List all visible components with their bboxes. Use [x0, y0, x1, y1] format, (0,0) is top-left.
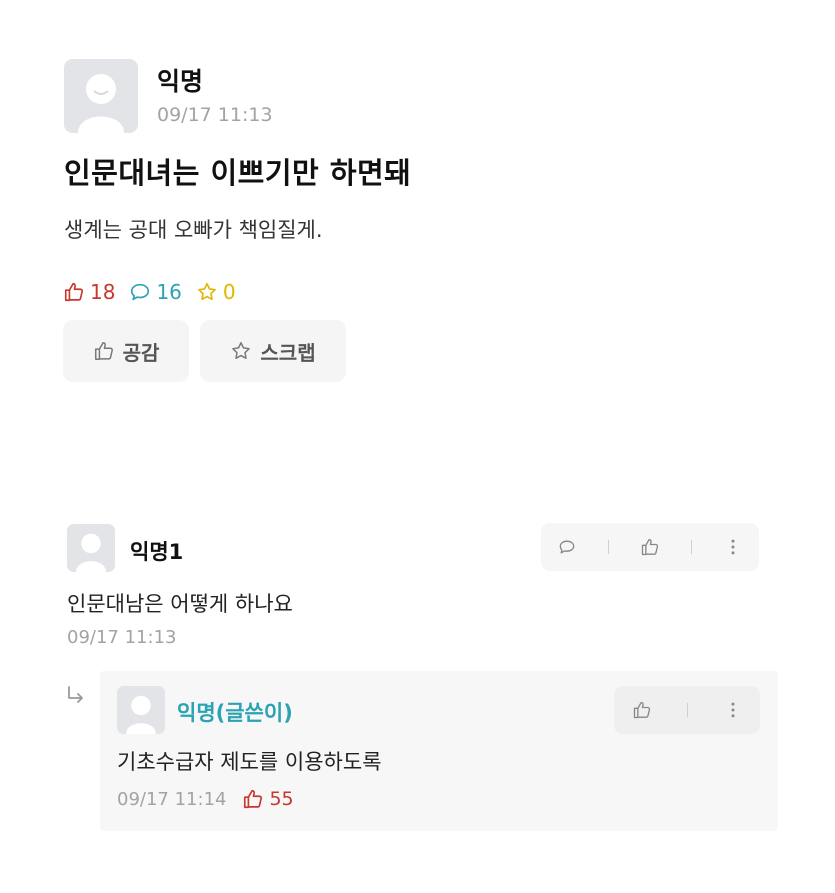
thumb-up-icon	[64, 282, 84, 302]
divider	[686, 703, 688, 717]
divider	[607, 540, 609, 554]
avatar-icon	[64, 59, 138, 133]
reply-like-count: 55	[269, 788, 294, 810]
like-count: 18	[63, 280, 115, 304]
reply-avatar	[117, 686, 165, 734]
more-vertical-icon[interactable]	[723, 537, 743, 557]
avatar-icon	[117, 686, 165, 734]
thumb-up-icon[interactable]	[632, 700, 652, 720]
post-avatar	[64, 59, 138, 133]
avatar-icon	[67, 524, 115, 572]
comment-count-value: 16	[156, 280, 182, 304]
comment-count: 16	[129, 280, 182, 304]
comment-avatar	[67, 524, 115, 572]
comment-author: 익명1	[130, 540, 184, 564]
like-count-value: 18	[90, 280, 116, 304]
thumb-up-icon	[244, 789, 263, 809]
reply-toolbox	[614, 686, 760, 734]
star-icon	[232, 342, 251, 359]
reply-meta: 09/17 11:14 55	[117, 788, 294, 810]
reply-timestamp: 09/17 11:14	[117, 788, 227, 810]
thumb-up-icon	[94, 342, 113, 360]
post-title: 인문대녀는 이쁘기만 하면돼	[64, 156, 412, 190]
comment-toolbox	[541, 523, 759, 571]
star-icon	[198, 282, 216, 301]
like-button[interactable]: 공감	[63, 320, 189, 382]
comment-bubble-icon	[131, 283, 150, 301]
more-vertical-icon[interactable]	[723, 700, 743, 720]
post-body: 생계는 공대 오빠가 책임질게.	[64, 218, 323, 242]
like-button-label: 공감	[122, 340, 160, 365]
reply-text: 기초수급자 제도를 이용하도록	[117, 750, 382, 774]
scrap-button-label: 스크랩	[260, 340, 316, 365]
divider	[691, 540, 693, 554]
scrap-button[interactable]: 스크랩	[200, 320, 346, 382]
comment-timestamp: 09/17 11:13	[67, 627, 177, 648]
post-stats: 18 16 0	[63, 278, 250, 306]
thumb-up-icon[interactable]	[640, 537, 660, 557]
reply-author: 익명(글쓴이)	[177, 701, 293, 725]
scrap-count: 0	[196, 280, 236, 304]
post-author: 익명	[157, 67, 204, 96]
reply-arrow-icon	[68, 686, 83, 703]
post-timestamp: 09/17 11:13	[157, 104, 273, 126]
scrap-count-value: 0	[222, 280, 236, 304]
comment-bubble-icon[interactable]	[557, 537, 577, 557]
comment-text: 인문대남은 어떻게 하나요	[67, 592, 293, 616]
